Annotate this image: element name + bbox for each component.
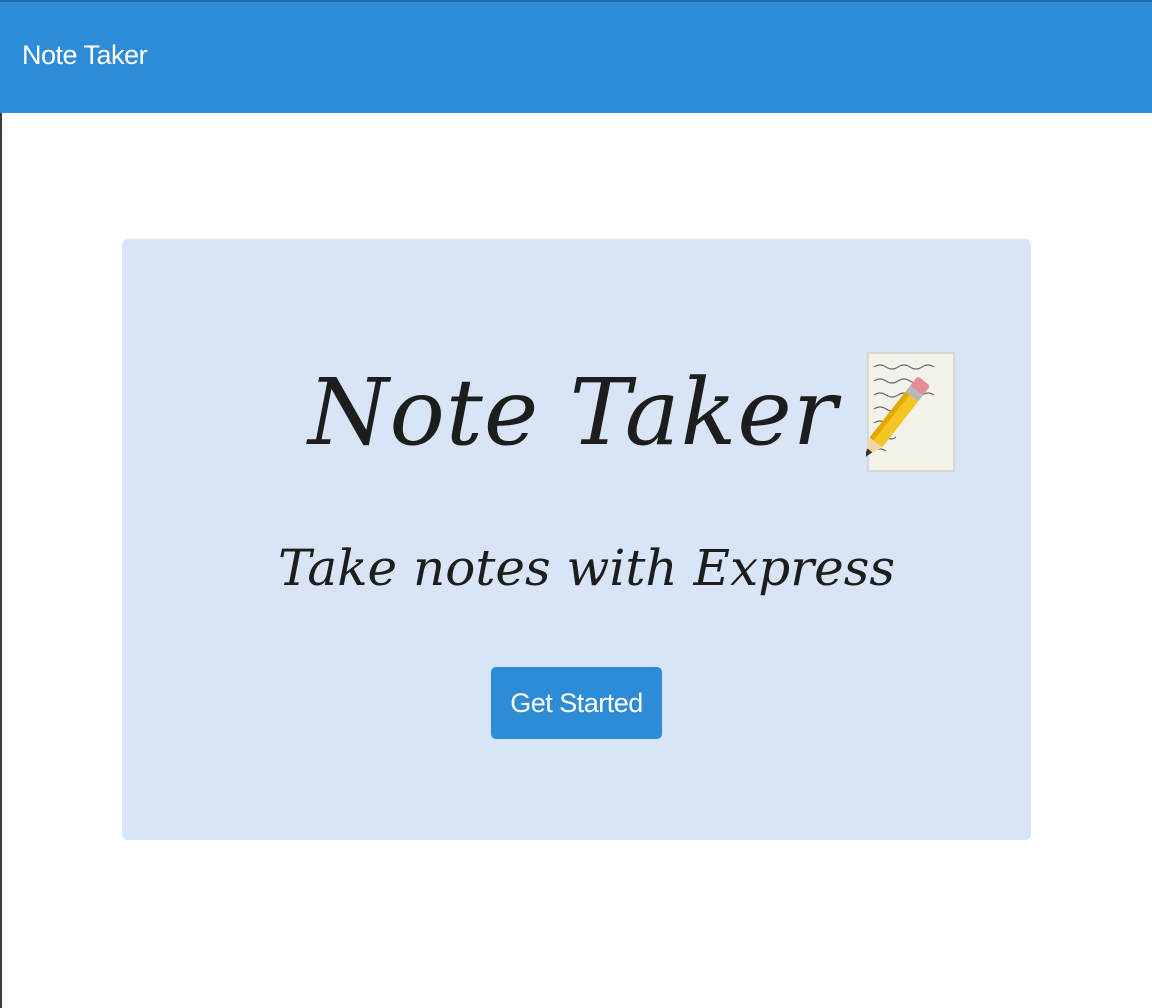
hero-title: Note Taker [308, 351, 956, 473]
window-left-edge [0, 113, 2, 1008]
hero-jumbotron: Note Taker Take notes with Express Get S… [122, 239, 1031, 840]
hero-subtitle: Take notes with Express [277, 539, 896, 597]
navbar: Note Taker [0, 0, 1152, 113]
navbar-brand[interactable]: Note Taker [22, 40, 148, 71]
get-started-button[interactable]: Get Started [491, 667, 662, 739]
hero-title-text: Note Taker [308, 358, 838, 466]
memo-icon [863, 351, 956, 473]
